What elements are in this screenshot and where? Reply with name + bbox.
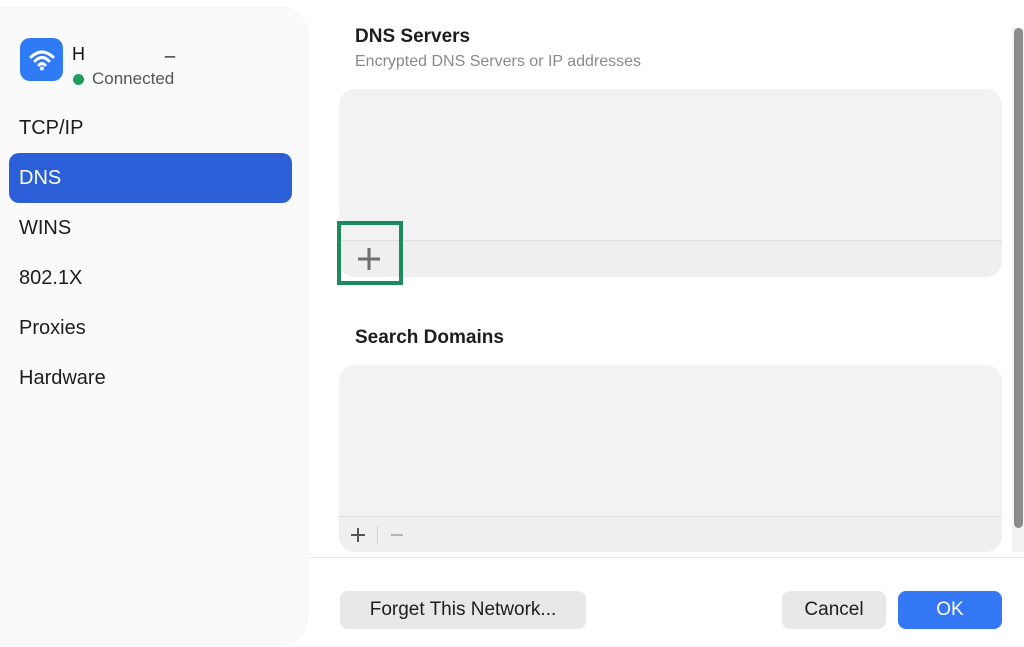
network-details-window: H _ Connected TCP/IP DNS WINS 802.1X Pro… — [0, 0, 1024, 647]
sidebar-item-label: Proxies — [19, 316, 86, 339]
sidebar-item-tcpip[interactable]: TCP/IP — [9, 103, 292, 153]
scrollbar-thumb[interactable] — [1014, 28, 1023, 528]
connection-status: Connected — [73, 69, 174, 89]
dns-servers-subtitle: Encrypted DNS Servers or IP addresses — [355, 53, 642, 70]
forget-network-button[interactable]: Forget This Network... — [340, 591, 586, 629]
sidebar-item-dns[interactable]: DNS — [9, 153, 292, 203]
sidebar-item-proxies[interactable]: Proxies — [9, 303, 292, 353]
dns-content-pane: DNS Servers Encrypted DNS Servers or IP … — [310, 0, 1024, 647]
sidebar-item-label: WINS — [19, 216, 72, 239]
remove-search-domain-button[interactable] — [384, 522, 410, 548]
sidebar-item-hardware[interactable]: Hardware — [9, 353, 292, 403]
sidebar: H _ Connected TCP/IP DNS WINS 802.1X Pro… — [0, 8, 307, 644]
network-header: H _ Connected — [20, 38, 290, 88]
add-button-highlight — [337, 221, 403, 285]
content-scrollbar[interactable] — [1012, 28, 1024, 552]
dns-servers-list-footer — [339, 240, 1002, 277]
sidebar-item-label: Hardware — [19, 366, 106, 389]
sidebar-nav: TCP/IP DNS WINS 802.1X Proxies Hardware — [9, 103, 292, 403]
status-text: Connected — [92, 69, 175, 88]
sidebar-item-wins[interactable]: WINS — [9, 203, 292, 253]
dns-servers-list[interactable] — [339, 89, 1002, 277]
footer-divider-line — [310, 557, 1024, 558]
network-name-suffix: _ — [165, 38, 176, 58]
sidebar-item-label: TCP/IP — [19, 116, 84, 139]
wifi-icon — [20, 38, 63, 81]
sidebar-item-8021x[interactable]: 802.1X — [9, 253, 292, 303]
footer-divider — [377, 526, 378, 544]
sidebar-item-label: 802.1X — [19, 266, 83, 289]
dns-servers-title: DNS Servers — [355, 26, 471, 47]
ok-button[interactable]: OK — [898, 591, 1002, 629]
cancel-button[interactable]: Cancel — [782, 591, 886, 629]
search-domains-title: Search Domains — [355, 327, 504, 348]
add-search-domain-button[interactable] — [345, 522, 371, 548]
minus-icon — [391, 534, 403, 536]
search-domains-list[interactable] — [339, 365, 1002, 552]
plus-icon — [351, 528, 365, 542]
network-name: H — [72, 44, 85, 64]
status-dot-icon — [73, 73, 84, 85]
sidebar-item-label: DNS — [19, 166, 62, 189]
search-domains-list-footer — [339, 516, 1002, 552]
